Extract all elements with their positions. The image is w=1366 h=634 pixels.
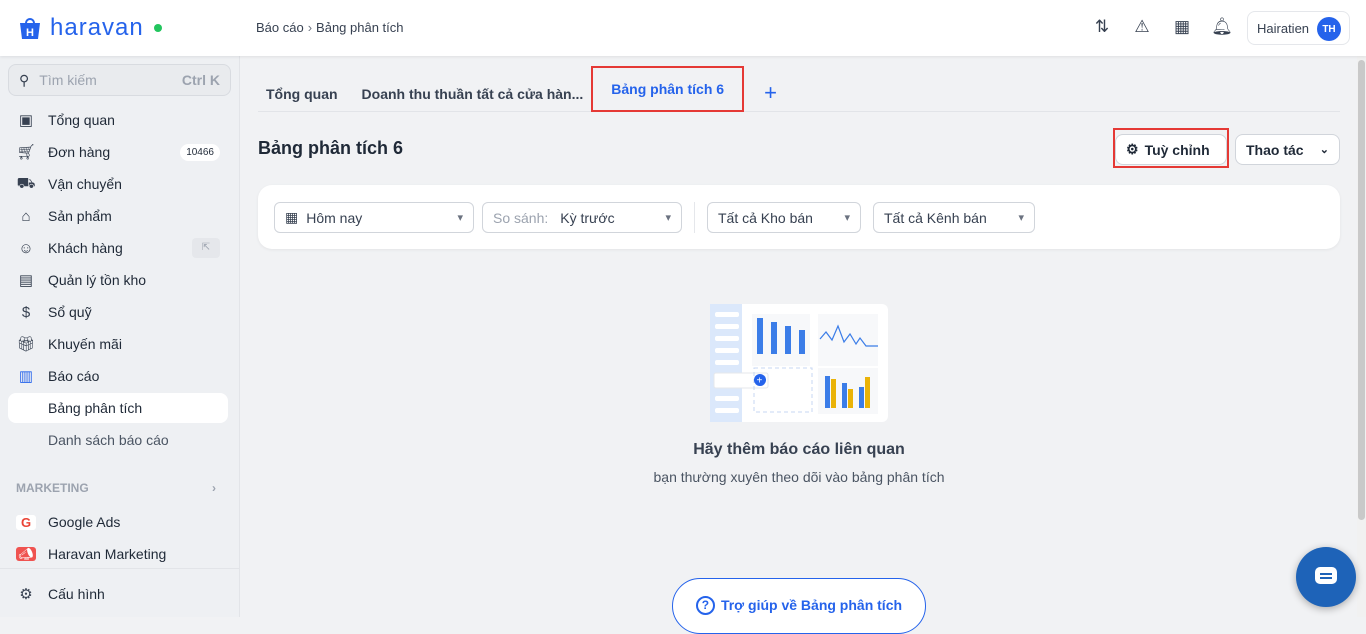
search-icon: ⚲ [19, 71, 30, 88]
switch-icon[interactable]: ⇅ [1092, 16, 1112, 38]
haravan-logo[interactable]: H haravan [16, 14, 162, 42]
calendar-icon: ▦ [285, 209, 299, 225]
tag-icon: ⌂ [21, 207, 31, 225]
sidebar-item-cashbook[interactable]: $ Sổ quỹ [8, 297, 228, 327]
sidebar-item-reports[interactable]: ▥ Báo cáo [8, 361, 228, 391]
users-icon: ☺ [18, 239, 34, 257]
gift-icon: 🎁︎ [16, 336, 36, 353]
online-status-dot [153, 24, 162, 32]
compare-select[interactable]: So sánh: Kỳ trước ▾ [482, 202, 682, 233]
help-button[interactable]: ? Trợ giúp về Bảng phân tích [672, 578, 926, 634]
truck-icon: ⛟ [16, 174, 36, 192]
svg-text:+: + [757, 376, 763, 387]
tab-overview[interactable]: Tổng quan [258, 74, 346, 112]
logo-bag-icon: H [20, 18, 40, 39]
chevron-right-icon: › [212, 481, 216, 495]
sidebar-item-overview[interactable]: ▣ Tổng quan [8, 105, 228, 135]
gear-icon: ⚙ [19, 586, 33, 603]
sidebar: ⚲ Tìm kiếm Ctrl K ▣ Tổng quan 🛒︎ Đơn hàng 1… [0, 56, 240, 617]
breadcrumb: Báo cáo › Bảng phân tích [256, 20, 404, 35]
sidebar-item-customers[interactable]: ☺ Khách hàng ⇱ [8, 233, 228, 263]
chevron-down-icon: ▾ [1018, 212, 1024, 224]
sidebar-divider [0, 568, 240, 569]
archive-icon: ▤ [18, 272, 34, 289]
sidebar-item-orders[interactable]: 🛒︎ Đơn hàng 10466 [8, 137, 228, 167]
chevron-down-icon: ▾ [844, 212, 850, 224]
gear-sparkle-icon: ⚙ [1126, 141, 1139, 157]
tab-dashboard-6[interactable]: Bảng phân tích 6 [591, 65, 745, 112]
apps-grid-icon[interactable]: ▦ [1172, 16, 1192, 38]
tab-bar: Tổng quan Doanh thu thuần tất cả cửa hàn… [258, 65, 1340, 112]
chat-button[interactable] [1296, 547, 1356, 607]
bell-icon[interactable]: 🔔︎ [1211, 16, 1233, 38]
channel-select[interactable]: Tất cả Kênh bán ▾ [873, 202, 1035, 233]
page-title: Bảng phân tích 6 [258, 138, 404, 158]
filter-bar: ▦ Hôm nay ▾ So sánh: Kỳ trước ▾ Tất cả Kho b… [258, 185, 1340, 249]
marketing-section[interactable]: MARKETING › [16, 481, 216, 495]
sidebar-item-google-ads[interactable]: G Google Ads [8, 507, 228, 537]
sidebar-item-settings[interactable]: ⚙ Cấu hình [8, 579, 228, 609]
empty-dashboard-illustration: + [710, 304, 888, 422]
chevron-down-icon: ⌄ [1319, 144, 1329, 156]
sidebar-item-dashboard[interactable]: Bảng phân tích [8, 393, 228, 423]
open-external-icon[interactable]: ⇱ [192, 238, 220, 258]
sidebar-item-promotions[interactable]: 🎁︎ Khuyến mãi [8, 329, 228, 359]
breadcrumb-current: Bảng phân tích [316, 20, 404, 35]
chevron-down-icon: ▾ [665, 212, 671, 224]
sidebar-item-haravan-marketing[interactable]: 📣︎ Haravan Marketing [8, 539, 228, 569]
google-icon: G [16, 514, 36, 530]
question-circle-icon: ? [695, 596, 715, 615]
filter-divider [694, 202, 695, 233]
chart-icon: ▥ [18, 368, 34, 385]
svg-text:H: H [26, 27, 34, 39]
top-bar: H haravan Báo cáo › Bảng phân tích ⇅ ⚠ ▦ 🔔… [0, 0, 1366, 56]
sidebar-item-report-list[interactable]: Danh sách báo cáo [8, 425, 228, 455]
add-tab-icon[interactable]: + [764, 80, 777, 106]
feedback-icon[interactable]: ⚠ [1132, 16, 1152, 38]
search-input[interactable]: ⚲ Tìm kiếm Ctrl K [8, 64, 231, 96]
dashboard-icon: ▣ [18, 112, 34, 129]
warehouse-select[interactable]: Tất cả Kho bán ▾ [707, 202, 861, 233]
sidebar-item-shipping[interactable]: ⛟ Vận chuyển [8, 169, 228, 199]
dollar-icon: $ [21, 303, 31, 321]
customize-button[interactable]: ⚙ Tuỳ chỉnh [1115, 134, 1227, 165]
date-range-select[interactable]: ▦ Hôm nay ▾ [274, 202, 474, 233]
avatar: TH [1317, 17, 1341, 41]
chevron-down-icon: ▾ [457, 212, 463, 224]
empty-state-title: Hãy thêm báo cáo liên quan [693, 441, 905, 458]
chat-icon [1315, 567, 1337, 584]
cart-icon: 🛒︎ [16, 144, 36, 161]
actions-dropdown[interactable]: Thao tác ⌄ [1235, 134, 1340, 165]
empty-state-subtitle: bạn thường xuyên theo dõi vào bảng phân … [653, 469, 945, 485]
breadcrumb-reports[interactable]: Báo cáo [256, 20, 304, 35]
sidebar-item-products[interactable]: ⌂ Sản phẩm [8, 201, 228, 231]
orders-count-badge: 10466 [180, 143, 220, 161]
tab-revenue[interactable]: Doanh thu thuần tất cả cửa hàn... [354, 74, 592, 112]
sidebar-item-inventory[interactable]: ▤ Quản lý tồn kho [8, 265, 228, 295]
scrollbar[interactable] [1357, 56, 1366, 617]
user-menu[interactable]: Hairatien TH [1247, 11, 1350, 45]
megaphone-icon: 📣︎ [16, 547, 36, 561]
